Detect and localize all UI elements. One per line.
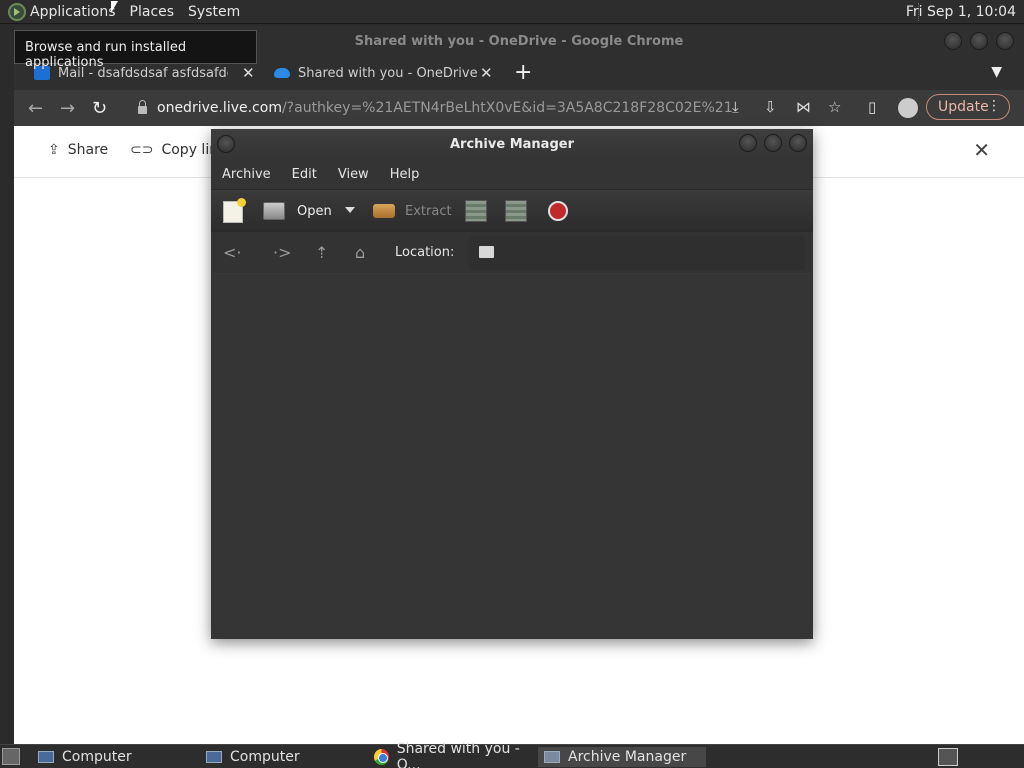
open-button-label[interactable]: Open [297, 204, 332, 219]
tab-onedrive[interactable]: Shared with you - OneDrive ✕ [274, 58, 494, 88]
taskbar-label: Computer [230, 749, 300, 765]
archive-content-area[interactable] [211, 274, 813, 639]
maximize-button[interactable] [764, 134, 782, 152]
archive-toolbar: Open Extract [211, 189, 813, 231]
share-icon: ⇪ [48, 142, 60, 158]
up-icon[interactable]: ⇡ [315, 243, 328, 262]
back-icon[interactable]: ← [28, 98, 43, 119]
stop-icon[interactable] [548, 201, 568, 221]
profile-avatar-icon[interactable] [898, 98, 918, 118]
location-label: Location: [395, 245, 455, 260]
taskbar-item-computer-1[interactable]: Computer [32, 747, 192, 767]
install-app-icon[interactable]: ⇩ [764, 98, 777, 116]
computer-icon [38, 751, 54, 763]
close-button[interactable] [789, 134, 807, 152]
chevron-down-icon[interactable]: ▼ [991, 64, 1002, 80]
minimize-button[interactable] [739, 134, 757, 152]
menu-places[interactable]: Places [130, 4, 175, 20]
menu-view[interactable]: View [338, 167, 369, 182]
reload-icon[interactable]: ↻ [92, 98, 107, 119]
computer-icon [206, 751, 222, 763]
archive-menubar: Archive Edit View Help [211, 159, 813, 189]
minimize-button[interactable] [944, 32, 962, 50]
taskbar-label: Archive Manager [568, 749, 687, 765]
menu-help[interactable]: Help [390, 167, 420, 182]
open-archive-icon[interactable] [263, 202, 285, 220]
update-button[interactable]: Update ⋮ [926, 94, 1010, 120]
share-label: Share [67, 142, 109, 158]
menu-system[interactable]: System [188, 4, 240, 20]
forward-icon[interactable]: ·> [273, 243, 292, 262]
extract-icon [373, 204, 395, 218]
top-panel: Applications Places System Fri Sep 1, 10… [0, 0, 1024, 24]
url-host: onedrive.live.com [157, 100, 282, 116]
side-panel-icon[interactable]: ▯ [868, 98, 876, 116]
back-icon[interactable]: <· [223, 243, 242, 262]
window-menu-button[interactable] [217, 135, 235, 153]
taskbar-item-chrome[interactable]: Shared with you - O... [368, 741, 536, 768]
bottom-taskbar: Computer Computer Shared with you - O...… [0, 741, 1024, 768]
home-icon[interactable]: ⌂ [355, 243, 365, 262]
share-icon[interactable]: ⋈ [796, 98, 811, 116]
close-button[interactable] [996, 32, 1014, 50]
location-field[interactable] [469, 236, 805, 270]
applications-tooltip: Browse and run installed applications [14, 30, 257, 70]
taskbar-item-archive-manager[interactable]: Archive Manager [538, 747, 706, 767]
new-archive-icon[interactable] [223, 198, 246, 223]
onedrive-icon [274, 68, 290, 78]
kebab-menu-icon[interactable]: ⋮ [987, 98, 1001, 114]
open-dropdown-icon[interactable] [345, 207, 355, 213]
update-label: Update [938, 99, 989, 115]
archive-manager-icon [544, 751, 560, 763]
show-desktop-icon[interactable] [2, 748, 20, 765]
archive-manager-window: Archive Manager Archive Edit View Help O… [211, 129, 813, 639]
archive-titlebar: Archive Manager [211, 129, 813, 159]
location-bar: <· ·> ⇡ ⌂ Location: [211, 231, 813, 273]
add-files-icon [465, 200, 487, 222]
tab-label: Shared with you - OneDrive [298, 65, 478, 81]
menu-archive[interactable]: Archive [222, 167, 271, 182]
close-tab-icon[interactable]: ✕ [480, 64, 493, 82]
close-tab-icon[interactable]: ✕ [242, 64, 255, 82]
download-icon[interactable]: ⤓ [732, 98, 739, 116]
workspace-switcher[interactable] [938, 748, 958, 766]
maximize-button[interactable] [970, 32, 988, 50]
bookmark-star-icon[interactable]: ☆ [828, 98, 841, 116]
forward-icon[interactable]: → [60, 98, 75, 119]
mouse-cursor-icon [111, 1, 118, 13]
taskbar-item-computer-2[interactable]: Computer [200, 747, 360, 767]
taskbar-label: Computer [62, 749, 132, 765]
menu-edit[interactable]: Edit [292, 167, 317, 182]
chrome-icon [374, 749, 389, 765]
distro-logo-icon[interactable] [8, 2, 26, 21]
new-tab-icon[interactable]: + [514, 60, 532, 85]
link-icon: ⊂⊃ [130, 142, 154, 158]
chrome-toolbar: ← → ↻ onedrive.live.com /?authkey=%21AET… [14, 90, 1024, 126]
extract-button-label: Extract [405, 204, 452, 219]
chrome-window-title: Shared with you - OneDrive - Google Chro… [354, 34, 684, 49]
url-path: /?authkey=%21AETN4rBeLhtX0vE&id=3A5A8C21… [281, 100, 732, 116]
menu-applications[interactable]: Applications [30, 4, 116, 20]
clock[interactable]: Fri Sep 1, 10:04 [906, 4, 1016, 20]
taskbar-label: Shared with you - O... [396, 741, 520, 768]
lock-icon[interactable] [138, 100, 147, 114]
share-command[interactable]: ⇪ Share [48, 142, 108, 158]
archive-title: Archive Manager [450, 137, 574, 152]
add-folder-icon [505, 200, 527, 222]
folder-icon [479, 246, 494, 258]
close-icon[interactable]: ✕ [973, 138, 990, 162]
